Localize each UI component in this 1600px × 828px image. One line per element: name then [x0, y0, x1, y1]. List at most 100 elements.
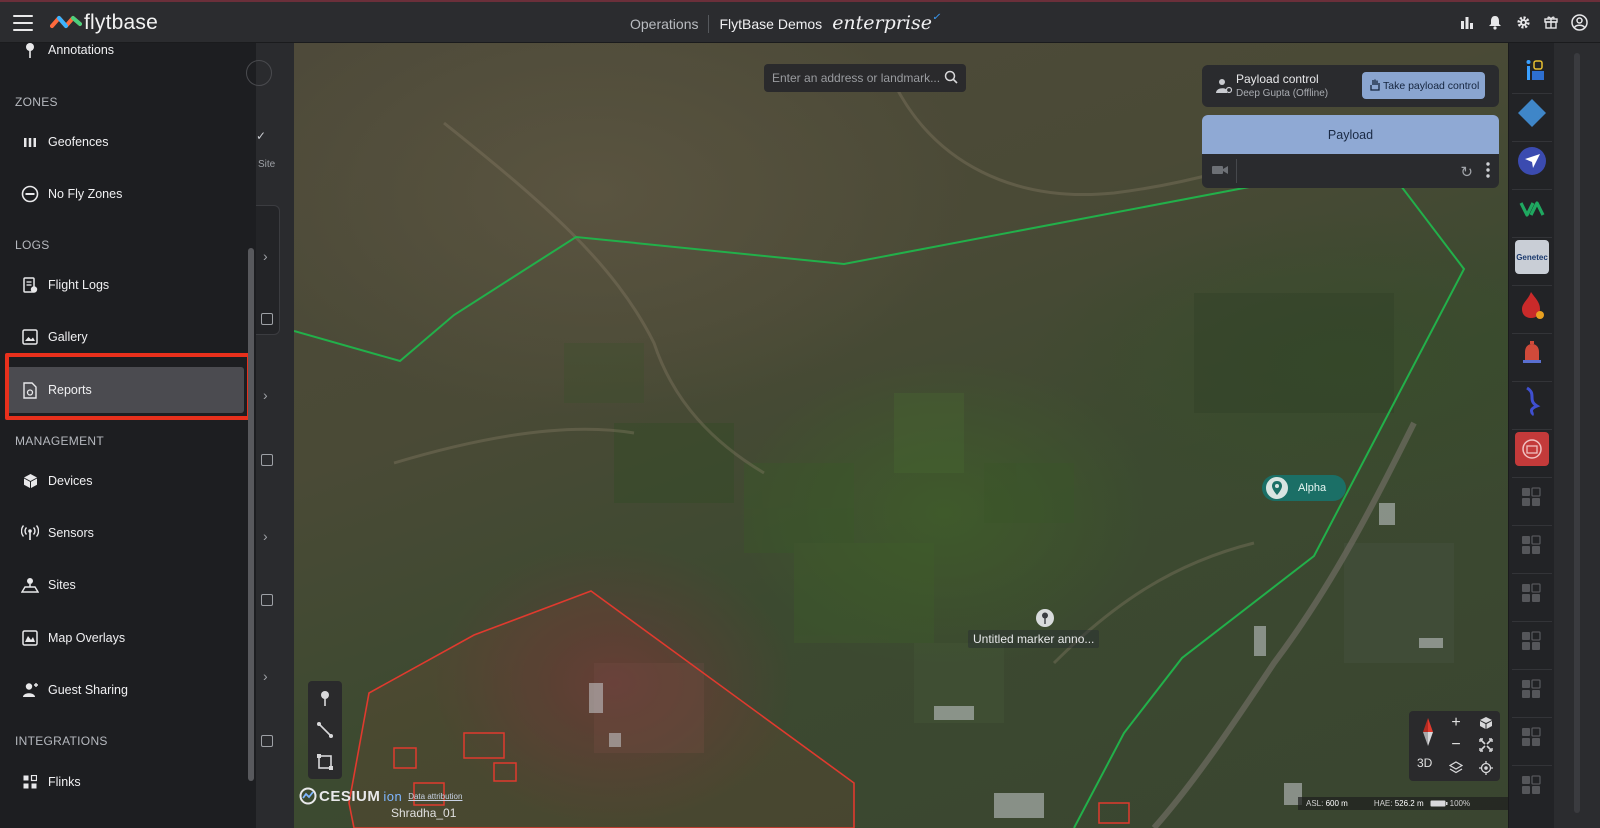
refresh-icon[interactable]: ↻: [1460, 163, 1473, 181]
layers-icon[interactable]: [1447, 759, 1465, 777]
flame-app-icon[interactable]: [1515, 288, 1549, 322]
sidebar-item-flinks[interactable]: Flinks: [6, 759, 244, 805]
empty-app-slot-icon[interactable]: [1521, 775, 1541, 795]
sidebar-item-annotations[interactable]: Annotations: [6, 27, 244, 73]
sidebar-item-label: Annotations: [48, 43, 115, 57]
external-link-icon[interactable]: [261, 454, 273, 466]
compass-icon[interactable]: [1418, 717, 1438, 747]
chevron-right-icon[interactable]: ›: [263, 668, 268, 684]
breadcrumb: Operations FlytBase Demos enterprise✓: [630, 12, 940, 34]
section-logs: LOGS: [15, 238, 50, 252]
analytics-icon[interactable]: [1458, 13, 1476, 31]
genetec-label: Genetec: [1516, 252, 1548, 262]
battery-readout: 100%: [1430, 799, 1470, 808]
chevron-right-icon[interactable]: ›: [263, 387, 268, 403]
payload-panel-header[interactable]: Payload: [1202, 115, 1499, 154]
alarm-app-icon[interactable]: [1515, 336, 1549, 370]
external-link-icon[interactable]: [261, 313, 273, 325]
sidebar-item-map-overlays[interactable]: Map Overlays: [6, 615, 244, 661]
zoom-out-icon[interactable]: −: [1447, 736, 1465, 754]
empty-app-slot-icon[interactable]: [1521, 487, 1541, 507]
gateway-app-icon[interactable]: [1515, 432, 1549, 466]
search-icon[interactable]: [944, 70, 958, 84]
sidebar-item-guest-sharing[interactable]: Guest Sharing: [6, 667, 244, 713]
chevron-right-icon[interactable]: ›: [263, 248, 268, 264]
draw-polygon-icon[interactable]: [316, 753, 334, 771]
sidebar-item-devices[interactable]: Devices: [6, 458, 244, 504]
map-navigation-controls: 3D + −: [1409, 711, 1500, 781]
rail-divider: [1512, 525, 1552, 526]
map-search-input[interactable]: Enter an address or landmark...: [764, 64, 966, 92]
sidebar-item-sensors[interactable]: Sensors: [6, 510, 244, 556]
sidebar-scrollbar[interactable]: [248, 248, 254, 781]
asl-label: ASL:: [1306, 799, 1324, 808]
sidebar: Annotations ZONES Geofences No Fly Zones…: [0, 43, 256, 828]
geofence-icon: [21, 133, 39, 151]
apps-rail-scrollbar[interactable]: [1574, 53, 1580, 813]
rail-divider: [1512, 765, 1552, 766]
sidebar-item-label: No Fly Zones: [48, 187, 123, 201]
fit-view-icon[interactable]: [1477, 736, 1495, 754]
rail-divider: [1512, 285, 1552, 286]
organization-name[interactable]: FlytBase Demos: [719, 16, 822, 32]
camera-icon[interactable]: [1212, 164, 1228, 176]
more-vertical-icon[interactable]: [1486, 162, 1490, 178]
draw-line-icon[interactable]: [316, 721, 334, 739]
gift-icon[interactable]: [1542, 13, 1560, 31]
take-payload-control-button[interactable]: Take payload control: [1362, 72, 1485, 99]
sidebar-item-label: Flinks: [48, 775, 81, 789]
va-app-icon[interactable]: [1515, 192, 1549, 226]
bell-icon[interactable]: [1486, 13, 1504, 31]
external-link-icon[interactable]: [261, 594, 273, 606]
empty-app-slot-icon[interactable]: [1521, 583, 1541, 603]
annotation-marker-icon[interactable]: [1036, 609, 1054, 627]
3d-cube-icon[interactable]: [1477, 714, 1495, 732]
edition-text: enterprise: [832, 12, 932, 34]
asl-value: 600 m: [1325, 799, 1348, 808]
user-avatar-icon[interactable]: [1570, 13, 1588, 31]
empty-app-slot-icon[interactable]: [1521, 631, 1541, 651]
battery-icon: [1430, 800, 1448, 807]
rail-divider: [1512, 93, 1552, 94]
rail-divider: [1512, 717, 1552, 718]
rail-divider: [1512, 381, 1552, 382]
section-integrations: INTEGRATIONS: [15, 734, 108, 748]
sidebar-item-no-fly-zones[interactable]: No Fly Zones: [6, 171, 244, 217]
empty-app-slot-icon[interactable]: [1521, 535, 1541, 555]
gear-icon[interactable]: [1514, 13, 1532, 31]
hae-label: HAE:: [1373, 799, 1393, 808]
alpha-site-marker[interactable]: Alpha: [1262, 475, 1346, 501]
annotation-marker-label[interactable]: Untitled marker anno...: [968, 630, 1100, 648]
sidebar-item-geofences[interactable]: Geofences: [6, 119, 244, 165]
payload-operator-status: Deep Gupta (Offline): [1236, 88, 1329, 99]
panel-collapse-button[interactable]: [246, 60, 272, 86]
rail-divider: [1512, 237, 1552, 238]
operator-icon: [1216, 79, 1232, 94]
payload-panel-title: Payload: [1327, 127, 1374, 142]
chevron-right-icon[interactable]: ›: [263, 528, 268, 544]
genetec-app-icon[interactable]: Genetec: [1515, 240, 1549, 274]
data-attribution-link[interactable]: Data attribution: [408, 792, 462, 801]
dna-app-icon[interactable]: [1515, 384, 1549, 418]
site-map-icon: [21, 576, 39, 594]
external-link-icon[interactable]: [261, 735, 273, 747]
sidebar-item-label: Sensors: [48, 526, 94, 540]
operations-link[interactable]: Operations: [630, 16, 698, 32]
guest-share-icon: [21, 681, 39, 699]
diamond-app-icon[interactable]: [1515, 96, 1549, 130]
draw-marker-icon[interactable]: [316, 689, 334, 707]
sidebar-item-flight-logs[interactable]: Flight Logs: [6, 262, 244, 308]
info-app-icon[interactable]: [1515, 54, 1549, 88]
view-mode-toggle[interactable]: 3D: [1417, 756, 1432, 770]
zoom-in-icon[interactable]: +: [1447, 714, 1465, 732]
empty-app-slot-icon[interactable]: [1521, 727, 1541, 747]
cesium-ion-text: ion: [383, 788, 403, 804]
map-view[interactable]: Enter an address or landmark... Payload …: [294, 43, 1508, 828]
rail-divider: [1512, 141, 1552, 142]
sidebar-item-sites[interactable]: Sites: [6, 562, 244, 608]
locate-icon[interactable]: [1477, 759, 1495, 777]
empty-app-slot-icon[interactable]: [1521, 679, 1541, 699]
send-app-icon[interactable]: [1515, 144, 1549, 178]
sidebar-item-label: Map Overlays: [48, 631, 126, 645]
sidebar-item-label: Gallery: [48, 330, 88, 344]
